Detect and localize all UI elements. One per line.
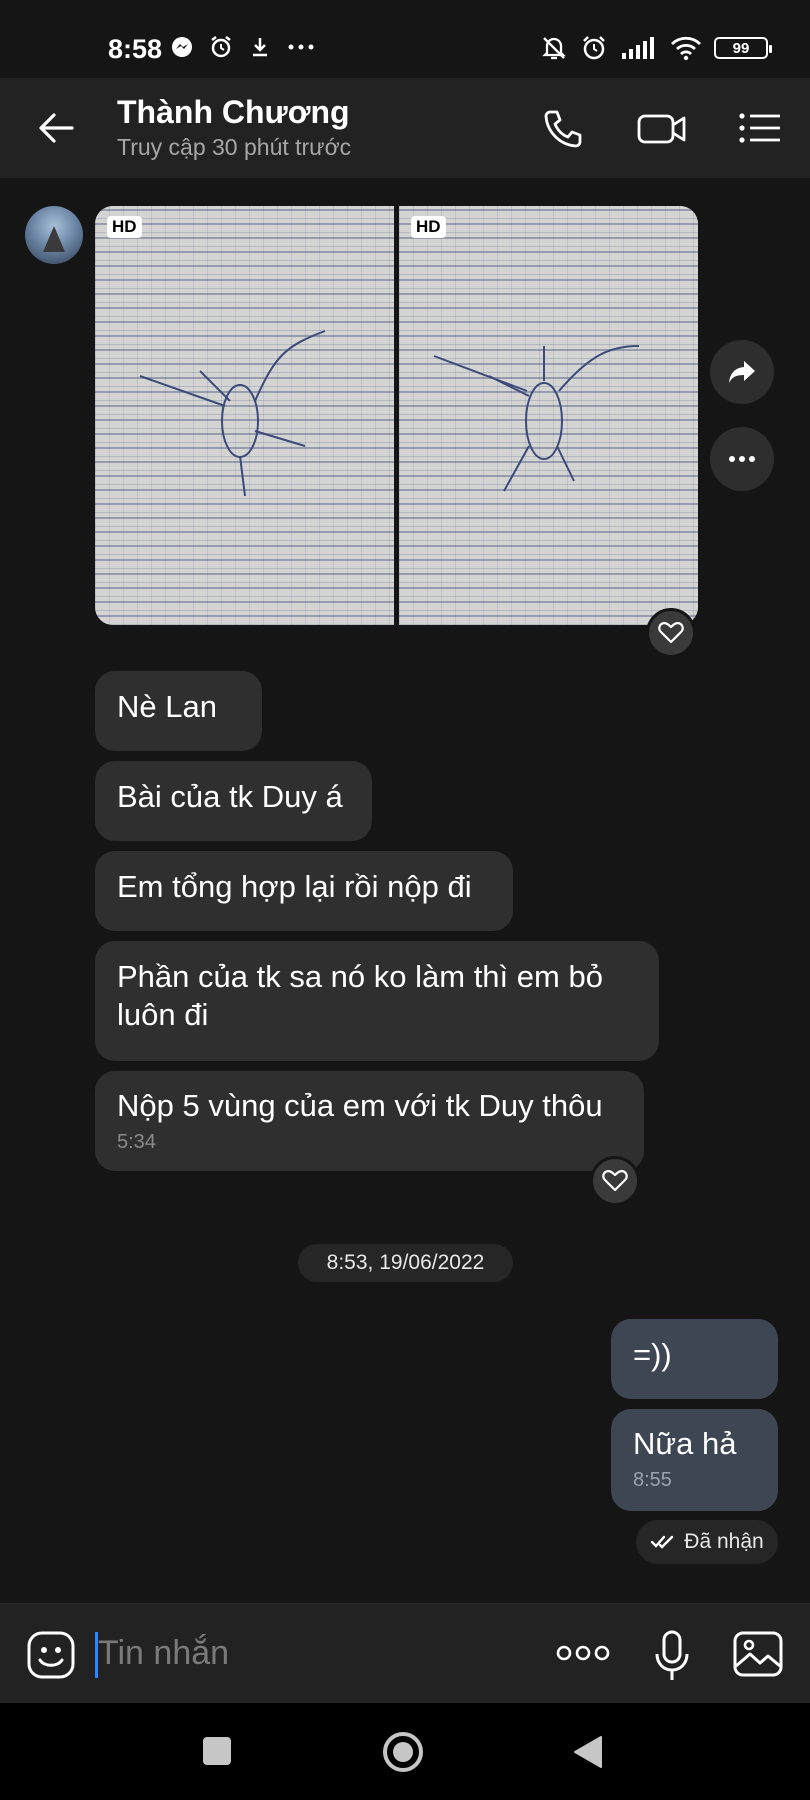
contact-name[interactable]: Thành Chương: [117, 94, 350, 131]
contact-last-seen: Truy cập 30 phút trước: [117, 134, 352, 160]
message-bubble-incoming[interactable]: Em tổng hợp lại rồi nộp đi: [95, 851, 513, 931]
react-heart-button[interactable]: [646, 608, 696, 658]
message-time: 8:55: [633, 1469, 672, 1491]
microphone-icon[interactable]: [652, 1630, 692, 1682]
double-check-icon: [651, 1535, 674, 1549]
home-button[interactable]: [382, 1731, 424, 1773]
back-arrow-icon[interactable]: [34, 106, 78, 150]
video-call-icon[interactable]: [636, 106, 688, 150]
hd-badge: HD: [107, 216, 142, 238]
heart-icon: [602, 1169, 628, 1192]
message-text: Bài của tk Duy á: [117, 779, 343, 814]
signal-icon: [622, 37, 654, 59]
message-bubble-incoming[interactable]: Bài của tk Duy á: [95, 761, 372, 841]
message-text: Nữa hả: [633, 1426, 737, 1461]
status-time: 8:58: [108, 34, 163, 64]
photo-attachment[interactable]: HD: [95, 206, 394, 625]
share-button[interactable]: [710, 340, 774, 404]
message-composer: Tin nhắn: [0, 1603, 810, 1703]
download-icon: [253, 38, 267, 57]
battery-indicator: 99: [714, 37, 772, 59]
photo-attachment[interactable]: HD: [399, 206, 698, 625]
message-bubble-incoming[interactable]: Nộp 5 vùng của em với tk Duy thôu 5:34: [95, 1071, 644, 1171]
heart-icon: [658, 621, 684, 644]
message-text: Phần của tk sa nó ko làm thì em bỏ luôn …: [117, 959, 603, 1032]
delivery-status: Đã nhận: [636, 1520, 778, 1564]
delivery-status-label: Đã nhận: [684, 1530, 764, 1553]
message-bubble-outgoing[interactable]: Nữa hả 8:55: [611, 1409, 778, 1511]
message-text: Nộp 5 vùng của em với tk Duy thôu: [117, 1088, 603, 1123]
contact-avatar[interactable]: [25, 206, 83, 264]
message-bubble-incoming[interactable]: Phần của tk sa nó ko làm thì em bỏ luôn …: [95, 941, 659, 1061]
more-dots-icon[interactable]: [555, 1642, 611, 1664]
react-heart-button[interactable]: [590, 1156, 640, 1206]
menu-list-icon[interactable]: [736, 106, 784, 150]
mindmap-sketch: [433, 345, 640, 492]
messenger-icon: [172, 37, 192, 57]
sticker-emoji-icon[interactable]: [26, 1630, 76, 1680]
gallery-image-icon[interactable]: [732, 1630, 784, 1678]
bell-muted-icon: [542, 37, 566, 60]
date-separator: 8:53, 19/06/2022: [298, 1244, 513, 1282]
back-button[interactable]: [573, 1735, 603, 1769]
message-text: Nè Lan: [117, 689, 217, 724]
status-left-icons: [170, 34, 316, 60]
more-options-button[interactable]: [710, 427, 774, 491]
hd-badge: HD: [411, 216, 446, 238]
message-time: 5:34: [117, 1131, 156, 1153]
alarm-icon: [583, 36, 605, 60]
wifi-icon: [671, 36, 701, 61]
chat-header: Thành Chương Truy cập 30 phút trước: [0, 78, 810, 178]
more-dots-icon: [729, 456, 755, 462]
alarm-icon: [211, 36, 231, 58]
mindmap-sketch: [139, 330, 326, 497]
message-bubble-outgoing[interactable]: =)): [611, 1319, 778, 1399]
message-bubble-incoming[interactable]: Nè Lan: [95, 671, 262, 751]
message-input[interactable]: Tin nhắn: [98, 1634, 229, 1673]
recent-apps-button[interactable]: [203, 1737, 231, 1765]
status-right-icons: 99: [540, 34, 772, 62]
message-text: Em tổng hợp lại rồi nộp đi: [117, 869, 472, 904]
system-navigation-bar: [0, 1703, 810, 1800]
message-text: =)): [633, 1337, 672, 1372]
more-notifications-icon: [288, 44, 314, 50]
share-arrow-icon: [729, 361, 755, 383]
phone-call-icon[interactable]: [540, 106, 586, 150]
status-bar: 8:58 99: [0, 0, 810, 78]
